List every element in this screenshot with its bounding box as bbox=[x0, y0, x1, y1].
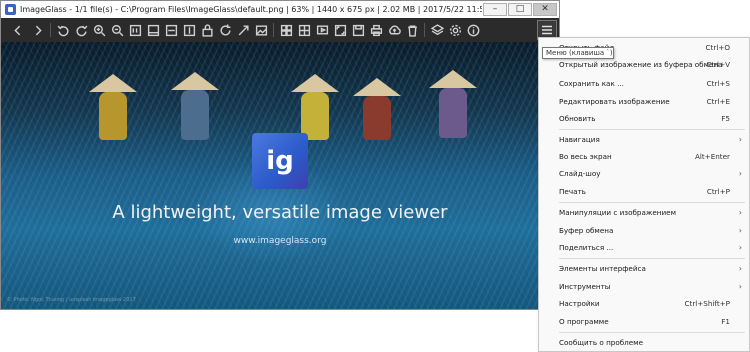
submenu-arrow-icon: › bbox=[738, 264, 742, 273]
image-viewer[interactable]: ig A lightweight, versatile image viewer… bbox=[1, 42, 559, 309]
back-icon[interactable] bbox=[9, 22, 25, 38]
menu-item-share[interactable]: Поделиться ... › bbox=[539, 239, 749, 256]
submenu-arrow-icon: › bbox=[738, 243, 742, 252]
fullscreen-icon[interactable] bbox=[332, 22, 348, 38]
submenu-arrow-icon: › bbox=[738, 169, 742, 178]
print-icon[interactable] bbox=[368, 22, 384, 38]
tagline: A lightweight, versatile image viewer bbox=[112, 202, 448, 223]
zoom-out-icon[interactable] bbox=[109, 22, 125, 38]
menu-item-image-manipulation[interactable]: Манипуляции с изображением › bbox=[539, 204, 749, 221]
submenu-arrow-icon: › bbox=[738, 226, 742, 235]
info-icon[interactable] bbox=[465, 22, 481, 38]
main-window: ImageGlass - 1/1 file(s) - C:\Program Fi… bbox=[0, 0, 560, 310]
close-button[interactable]: ✕ bbox=[533, 2, 557, 16]
website-url: www.imageglass.org bbox=[233, 236, 327, 246]
imageglass-logo: ig bbox=[252, 133, 308, 189]
submenu-arrow-icon: › bbox=[738, 282, 742, 291]
toolbar-divider bbox=[50, 23, 51, 37]
menu-item-save-as[interactable]: Сохранить как ... Ctrl+S bbox=[539, 75, 749, 92]
image-icon[interactable] bbox=[253, 22, 269, 38]
menu-item-tools[interactable]: Инструменты › bbox=[539, 278, 749, 295]
toolbar-divider bbox=[273, 23, 274, 37]
menu-item-fullscreen[interactable]: Во весь экран Alt+Enter bbox=[539, 148, 749, 165]
submenu-arrow-icon: › bbox=[738, 208, 742, 217]
rotate-right-icon[interactable] bbox=[73, 22, 89, 38]
context-menu: Открыть файлCtrl+O Открытый изображение … bbox=[538, 37, 750, 352]
extension-icon[interactable] bbox=[429, 22, 445, 38]
thumbnail-icon[interactable] bbox=[278, 22, 294, 38]
forward-icon[interactable] bbox=[30, 22, 46, 38]
hamburger-icon bbox=[542, 25, 552, 35]
menu-tooltip: Меню (клавиша `) bbox=[542, 47, 614, 59]
save-icon[interactable] bbox=[350, 22, 366, 38]
auto-zoom-icon[interactable] bbox=[235, 22, 251, 38]
menu-separator bbox=[559, 129, 745, 130]
menu-item-refresh[interactable]: Обновить F5 bbox=[539, 110, 749, 127]
toolbar-divider bbox=[424, 23, 425, 37]
menu-separator bbox=[559, 258, 745, 259]
zoom-fit-icon[interactable] bbox=[145, 22, 161, 38]
app-icon bbox=[5, 4, 16, 15]
zoom-in-icon[interactable] bbox=[91, 22, 107, 38]
upload-icon[interactable] bbox=[386, 22, 402, 38]
menu-separator bbox=[559, 202, 745, 203]
actual-size-icon[interactable] bbox=[127, 22, 143, 38]
menu-item-navigation[interactable]: Навигация › bbox=[539, 131, 749, 148]
scale-height-icon[interactable] bbox=[181, 22, 197, 38]
scale-width-icon[interactable] bbox=[163, 22, 179, 38]
submenu-arrow-icon: › bbox=[738, 135, 742, 144]
delete-icon[interactable] bbox=[404, 22, 420, 38]
refresh-icon[interactable] bbox=[217, 22, 233, 38]
menu-separator bbox=[559, 332, 745, 333]
title-bar: ImageGlass - 1/1 file(s) - C:\Program Fi… bbox=[1, 1, 559, 19]
window-controls: – □ ✕ bbox=[482, 2, 557, 17]
menu-item-interface-elements[interactable]: Элементы интерфейса › bbox=[539, 260, 749, 277]
minimize-button[interactable]: – bbox=[483, 2, 507, 16]
menu-item-slideshow[interactable]: Слайд-шоу › bbox=[539, 165, 749, 182]
slideshow-icon[interactable] bbox=[314, 22, 330, 38]
menu-item-clipboard[interactable]: Буфер обмена › bbox=[539, 222, 749, 239]
checkerboard-icon[interactable] bbox=[296, 22, 312, 38]
maximize-button[interactable]: □ bbox=[508, 2, 532, 16]
menu-item-about[interactable]: О программе F1 bbox=[539, 313, 749, 330]
lock-zoom-icon[interactable] bbox=[199, 22, 215, 38]
menu-item-report-issue[interactable]: Сообщить о проблеме bbox=[539, 334, 749, 351]
photo-credit: © Photo: Ngoc Thuong / unsplash imagegla… bbox=[7, 297, 136, 303]
window-title: ImageGlass - 1/1 file(s) - C:\Program Fi… bbox=[20, 5, 482, 14]
toolbar bbox=[1, 18, 559, 42]
settings-icon[interactable] bbox=[447, 22, 463, 38]
menu-item-edit-image[interactable]: Редактировать изображение Ctrl+E bbox=[539, 93, 749, 110]
menu-item-print[interactable]: Печать Ctrl+P bbox=[539, 183, 749, 200]
menu-item-settings[interactable]: Настройки Ctrl+Shift+P bbox=[539, 295, 749, 312]
rotate-left-icon[interactable] bbox=[55, 22, 71, 38]
